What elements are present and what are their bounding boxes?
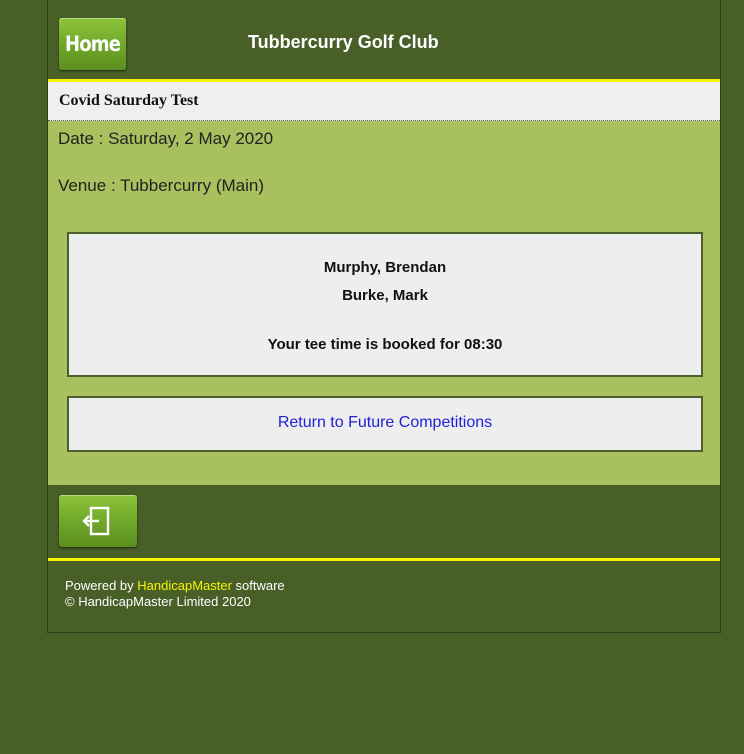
powered-by-prefix: Powered by bbox=[65, 578, 138, 593]
powered-by-suffix: software bbox=[231, 578, 285, 593]
handicapmaster-link[interactable]: HandicapMaster bbox=[137, 578, 232, 593]
header-bar: Home Tubbercurry Golf Club bbox=[48, 0, 720, 82]
content-panel: Date : Saturday, 2 May 2020 Venue : Tubb… bbox=[48, 121, 720, 485]
logout-icon bbox=[82, 506, 110, 536]
player-name: Burke, Mark bbox=[342, 287, 428, 304]
tee-time-text: Your tee time is booked for 08:30 bbox=[267, 336, 503, 353]
page: Home Tubbercurry Golf Club Covid Saturda… bbox=[0, 0, 744, 754]
player-name: Murphy, Brendan bbox=[323, 259, 447, 276]
return-box: Return to Future Competitions bbox=[67, 396, 703, 452]
logout-button[interactable] bbox=[59, 495, 137, 547]
venue-line: Venue : Tubbercurry (Main) bbox=[58, 176, 264, 195]
copyright-text: © HandicapMaster Limited 2020 bbox=[65, 594, 251, 609]
home-button[interactable]: Home bbox=[59, 18, 127, 70]
competition-title: Covid Saturday Test bbox=[59, 92, 199, 109]
powered-by-line: Powered by HandicapMaster software bbox=[65, 578, 285, 593]
return-to-future-competitions-link[interactable]: Return to Future Competitions bbox=[278, 414, 492, 432]
date-line: Date : Saturday, 2 May 2020 bbox=[58, 129, 274, 148]
competition-title-bar: Covid Saturday Test bbox=[48, 82, 720, 121]
footer: Powered by HandicapMaster software © Han… bbox=[48, 561, 720, 631]
club-title: Tubbercurry Golf Club bbox=[248, 32, 439, 52]
action-bar bbox=[48, 485, 720, 561]
booking-box: Murphy, Brendan Burke, Mark Your tee tim… bbox=[67, 232, 703, 377]
main-frame: Home Tubbercurry Golf Club Covid Saturda… bbox=[47, 0, 721, 633]
